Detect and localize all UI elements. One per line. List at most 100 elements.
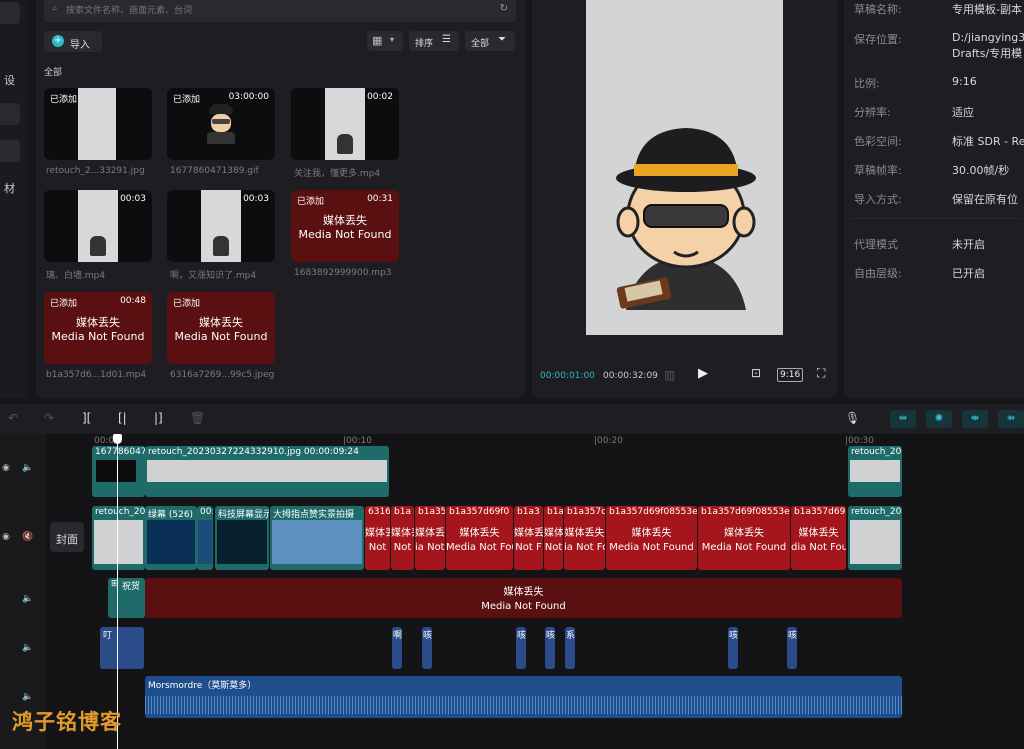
zoom-fit-icon[interactable]: ⊡ (751, 366, 761, 380)
clip-label: 6316 (368, 507, 390, 517)
sfx-clip[interactable]: 咳 (787, 627, 797, 669)
link-icon[interactable]: ⇹ (890, 410, 916, 428)
missing-text: Media Not Found (446, 542, 513, 553)
media-item[interactable]: 已添加 00:31 媒体丢失 Media Not Found (291, 190, 399, 262)
video-clip[interactable]: 167786047 (92, 446, 145, 497)
prop-key: 草稿名称: (854, 3, 902, 16)
eye-icon[interactable]: ◉ (2, 463, 10, 473)
microphone-icon[interactable]: 🎙 (845, 411, 860, 425)
missing-clip[interactable]: 媒体丢失 Media Not Found (145, 578, 902, 618)
view-toggle[interactable]: ▦ ▾ (367, 31, 403, 51)
missing-clip[interactable]: b1a357c 媒体丢失 ia Not Fo (564, 506, 605, 570)
music-clip[interactable]: Morsmordre（莫斯莫多） (145, 676, 902, 718)
media-item[interactable]: 已添加 (44, 88, 152, 160)
ratio-button[interactable]: 9:16 (777, 368, 804, 382)
prop-value: 专用模板-副本 (952, 3, 1022, 16)
sidebar-block[interactable] (0, 2, 20, 24)
cover-button[interactable]: 封面 (50, 522, 84, 552)
playhead[interactable] (117, 434, 118, 749)
missing-clip[interactable]: 6316 媒体丢失 Not (365, 506, 390, 570)
media-item[interactable]: 已添加 媒体丢失 Media Not Found (167, 292, 275, 364)
media-item[interactable]: 00:03 (44, 190, 152, 262)
sfx-clip[interactable]: 系 (565, 627, 575, 669)
clip-label: 大拇指点赞实景拍摄 (273, 510, 355, 520)
video-clip[interactable]: 科技屏幕显示 (215, 506, 269, 570)
sidebar-tab-2[interactable]: 材 (4, 180, 15, 196)
sfx-clip[interactable]: 啊 (392, 627, 402, 669)
volume-icon[interactable]: 🔈 (22, 643, 33, 653)
video-clip[interactable]: retouch_20230327224332910.jpg 00:00:09:2… (145, 446, 389, 497)
section-label: 全部 (44, 68, 63, 78)
sfx-clip[interactable]: 咳 (545, 627, 555, 669)
video-clip[interactable]: 绿幕 (526) (145, 506, 197, 570)
volume-icon[interactable]: 🔈 (22, 692, 33, 702)
video-clip[interactable]: 大拇指点赞实景拍摄 (270, 506, 364, 570)
play-button[interactable]: ▶ (698, 366, 708, 381)
missing-text: 媒体丢失 (724, 528, 764, 539)
missing-clip[interactable]: b1a35 媒体丢失 ia Not F (415, 506, 445, 570)
clip-label: retouch_20 (95, 507, 145, 517)
missing-clip[interactable]: b1a357d69f0 媒体丢失 Media Not Found (446, 506, 513, 570)
media-item[interactable]: 00:02 (291, 88, 399, 160)
sfx-clip[interactable]: 咳 (516, 627, 526, 669)
clip-label: b1a (394, 507, 411, 517)
duration-label: 00:03 (120, 194, 146, 204)
clip-label: 绿幕 (526) (148, 510, 194, 520)
missing-clip[interactable]: b1a357d69f08553e 媒体丢失 Media Not Found (698, 506, 790, 570)
sidebar-block[interactable] (0, 103, 20, 125)
watermark: 鸿子铭博客 (12, 710, 122, 734)
trim-right-icon[interactable]: |] (154, 411, 163, 425)
media-item[interactable]: 已添加 00:48 媒体丢失 Media Not Found (44, 292, 152, 364)
prop-value: Drafts/专用模 (952, 47, 1023, 60)
missing-clip[interactable]: b1a3 媒体丢失 Not F (514, 506, 543, 570)
sfx-clip[interactable]: 咳 (728, 627, 738, 669)
missing-clip[interactable]: b1a357d69 媒体丢失 dia Not Fou (791, 506, 846, 570)
missing-text: 媒体丢失 (391, 528, 414, 539)
missing-text: 媒体丢失 (564, 528, 605, 539)
clip-label: 咳 (423, 631, 432, 641)
preview-axis-icon[interactable]: ⇻ (998, 410, 1024, 428)
delete-icon[interactable]: 🗑 (190, 411, 205, 425)
snap-icon[interactable]: ⇼ (962, 410, 988, 428)
sidebar-block[interactable] (0, 140, 20, 162)
eye-icon[interactable]: ◉ (2, 532, 10, 542)
video-clip[interactable]: retouch_20 (848, 446, 902, 497)
video-clip[interactable]: retouch_20 (848, 506, 902, 570)
waveform-icon[interactable]: ▥ (664, 368, 675, 382)
volume-icon[interactable]: 🔈 (22, 594, 33, 604)
volume-icon[interactable]: 🔈 (22, 463, 33, 473)
clip-label: b1a35 (418, 507, 445, 517)
prop-value: 9:16 (952, 75, 977, 88)
playhead-handle[interactable] (113, 434, 122, 444)
undo-icon[interactable]: ↶ (8, 411, 18, 425)
search-bar[interactable]: ⌕ ↻ (44, 0, 516, 22)
text-clip[interactable]: 祝贺 ⊞ (108, 578, 145, 618)
trim-left-icon[interactable]: [| (118, 411, 127, 425)
missing-clip[interactable]: b1a 媒体丢失 Not (391, 506, 414, 570)
split-icon[interactable]: ][ (82, 411, 91, 425)
video-clip[interactable]: 00: (197, 506, 213, 570)
media-item-name: 关注我，懂更多.mp4 (294, 169, 381, 179)
added-badge: 已添加 (50, 95, 78, 105)
media-item[interactable]: 已添加 03:00:00 (167, 88, 275, 160)
missing-media-text: 媒体丢失 Media Not Found (174, 316, 268, 343)
video-clip[interactable]: retouch_20 (92, 506, 145, 570)
redo-icon[interactable]: ↷ (44, 411, 54, 425)
sfx-clip[interactable]: 叮 (100, 627, 144, 669)
missing-clip[interactable]: b1a357d69f08553e 媒体丢失 Media Not Found (606, 506, 697, 570)
refresh-icon[interactable]: ↻ (500, 3, 508, 14)
magnet-icon[interactable]: ✺ (926, 410, 952, 428)
sidebar-tab-1[interactable]: 设 (4, 72, 15, 88)
filter-button[interactable]: 全部 ⏷ (465, 31, 515, 51)
search-input[interactable] (64, 2, 488, 20)
sfx-clip[interactable]: 咳 (422, 627, 432, 669)
divider (852, 218, 1020, 219)
sort-label: 排序 (415, 39, 434, 49)
clip-label: 系 (566, 631, 575, 641)
missing-clip[interactable]: b1a 媒体丢失 Not (544, 506, 563, 570)
fullscreen-icon[interactable]: ⛶ (817, 366, 825, 381)
import-button[interactable]: + 导入 (44, 31, 102, 52)
mute-icon[interactable]: 🔇 (22, 532, 33, 542)
media-item[interactable]: 00:03 (167, 190, 275, 262)
sort-button[interactable]: 排序 ☰ (409, 31, 459, 51)
